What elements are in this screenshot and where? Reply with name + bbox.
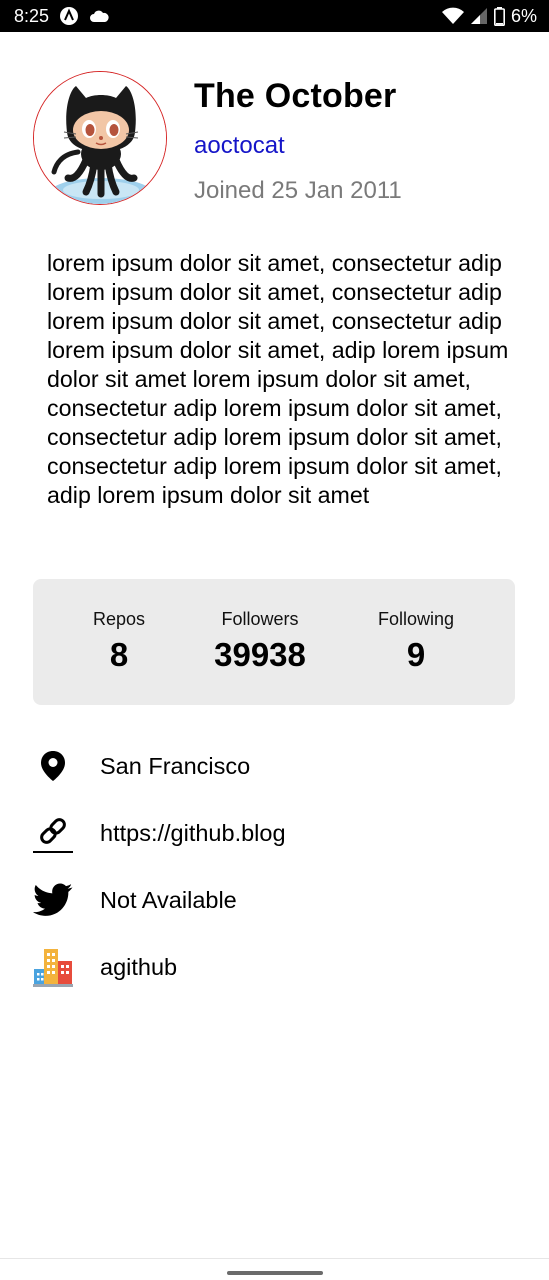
profile-name: The October xyxy=(194,77,397,115)
stat-followers-value: 39938 xyxy=(214,636,306,673)
twitter-bird-icon xyxy=(33,880,73,920)
info-row-blog[interactable]: https://github.blog xyxy=(33,811,523,855)
app-notification-icon xyxy=(59,6,79,26)
location-pin-icon xyxy=(33,746,73,786)
stat-followers[interactable]: Followers 39938 xyxy=(201,609,319,674)
stat-following[interactable]: Following 9 xyxy=(366,609,466,674)
signal-icon xyxy=(470,7,488,25)
system-navigation-bar xyxy=(0,1258,549,1280)
stat-followers-label: Followers xyxy=(221,609,299,629)
status-bar: 8:25 6% xyxy=(0,0,549,32)
stat-repos[interactable]: Repos 8 xyxy=(83,609,155,674)
stats-card: Repos 8 Followers 39938 Following 9 xyxy=(33,579,515,705)
profile-joined-date: Joined 25 Jan 2011 xyxy=(194,177,402,204)
home-gesture-handle[interactable] xyxy=(227,1271,323,1275)
wifi-icon xyxy=(441,7,464,25)
link-icon xyxy=(33,813,73,853)
stat-following-label: Following xyxy=(377,609,455,629)
profile-header: The October aoctocat Joined 25 Jan 2011 xyxy=(33,71,523,207)
octocat-avatar-image xyxy=(34,72,166,204)
info-row-twitter: Not Available xyxy=(33,878,523,922)
profile-username-link[interactable]: aoctocat xyxy=(194,132,285,160)
cloud-icon xyxy=(89,9,109,23)
info-twitter-text: Not Available xyxy=(100,886,237,913)
avatar[interactable] xyxy=(33,71,167,205)
office-buildings-icon xyxy=(33,947,73,987)
battery-icon xyxy=(493,6,505,26)
stat-repos-label: Repos xyxy=(92,609,146,629)
battery-percent: 6% xyxy=(510,5,537,26)
info-blog-link[interactable]: https://github.blog xyxy=(100,820,286,847)
info-company-text: agithub xyxy=(100,953,178,980)
stat-following-value: 9 xyxy=(406,636,426,673)
profile-bio: lorem ipsum dolor sit amet, consectetur … xyxy=(47,250,509,508)
info-row-company: agithub xyxy=(33,945,523,989)
stat-repos-value: 8 xyxy=(109,636,129,673)
info-row-location: San Francisco xyxy=(33,744,523,788)
status-time: 8:25 xyxy=(14,5,50,26)
info-location-text: San Francisco xyxy=(100,752,251,779)
